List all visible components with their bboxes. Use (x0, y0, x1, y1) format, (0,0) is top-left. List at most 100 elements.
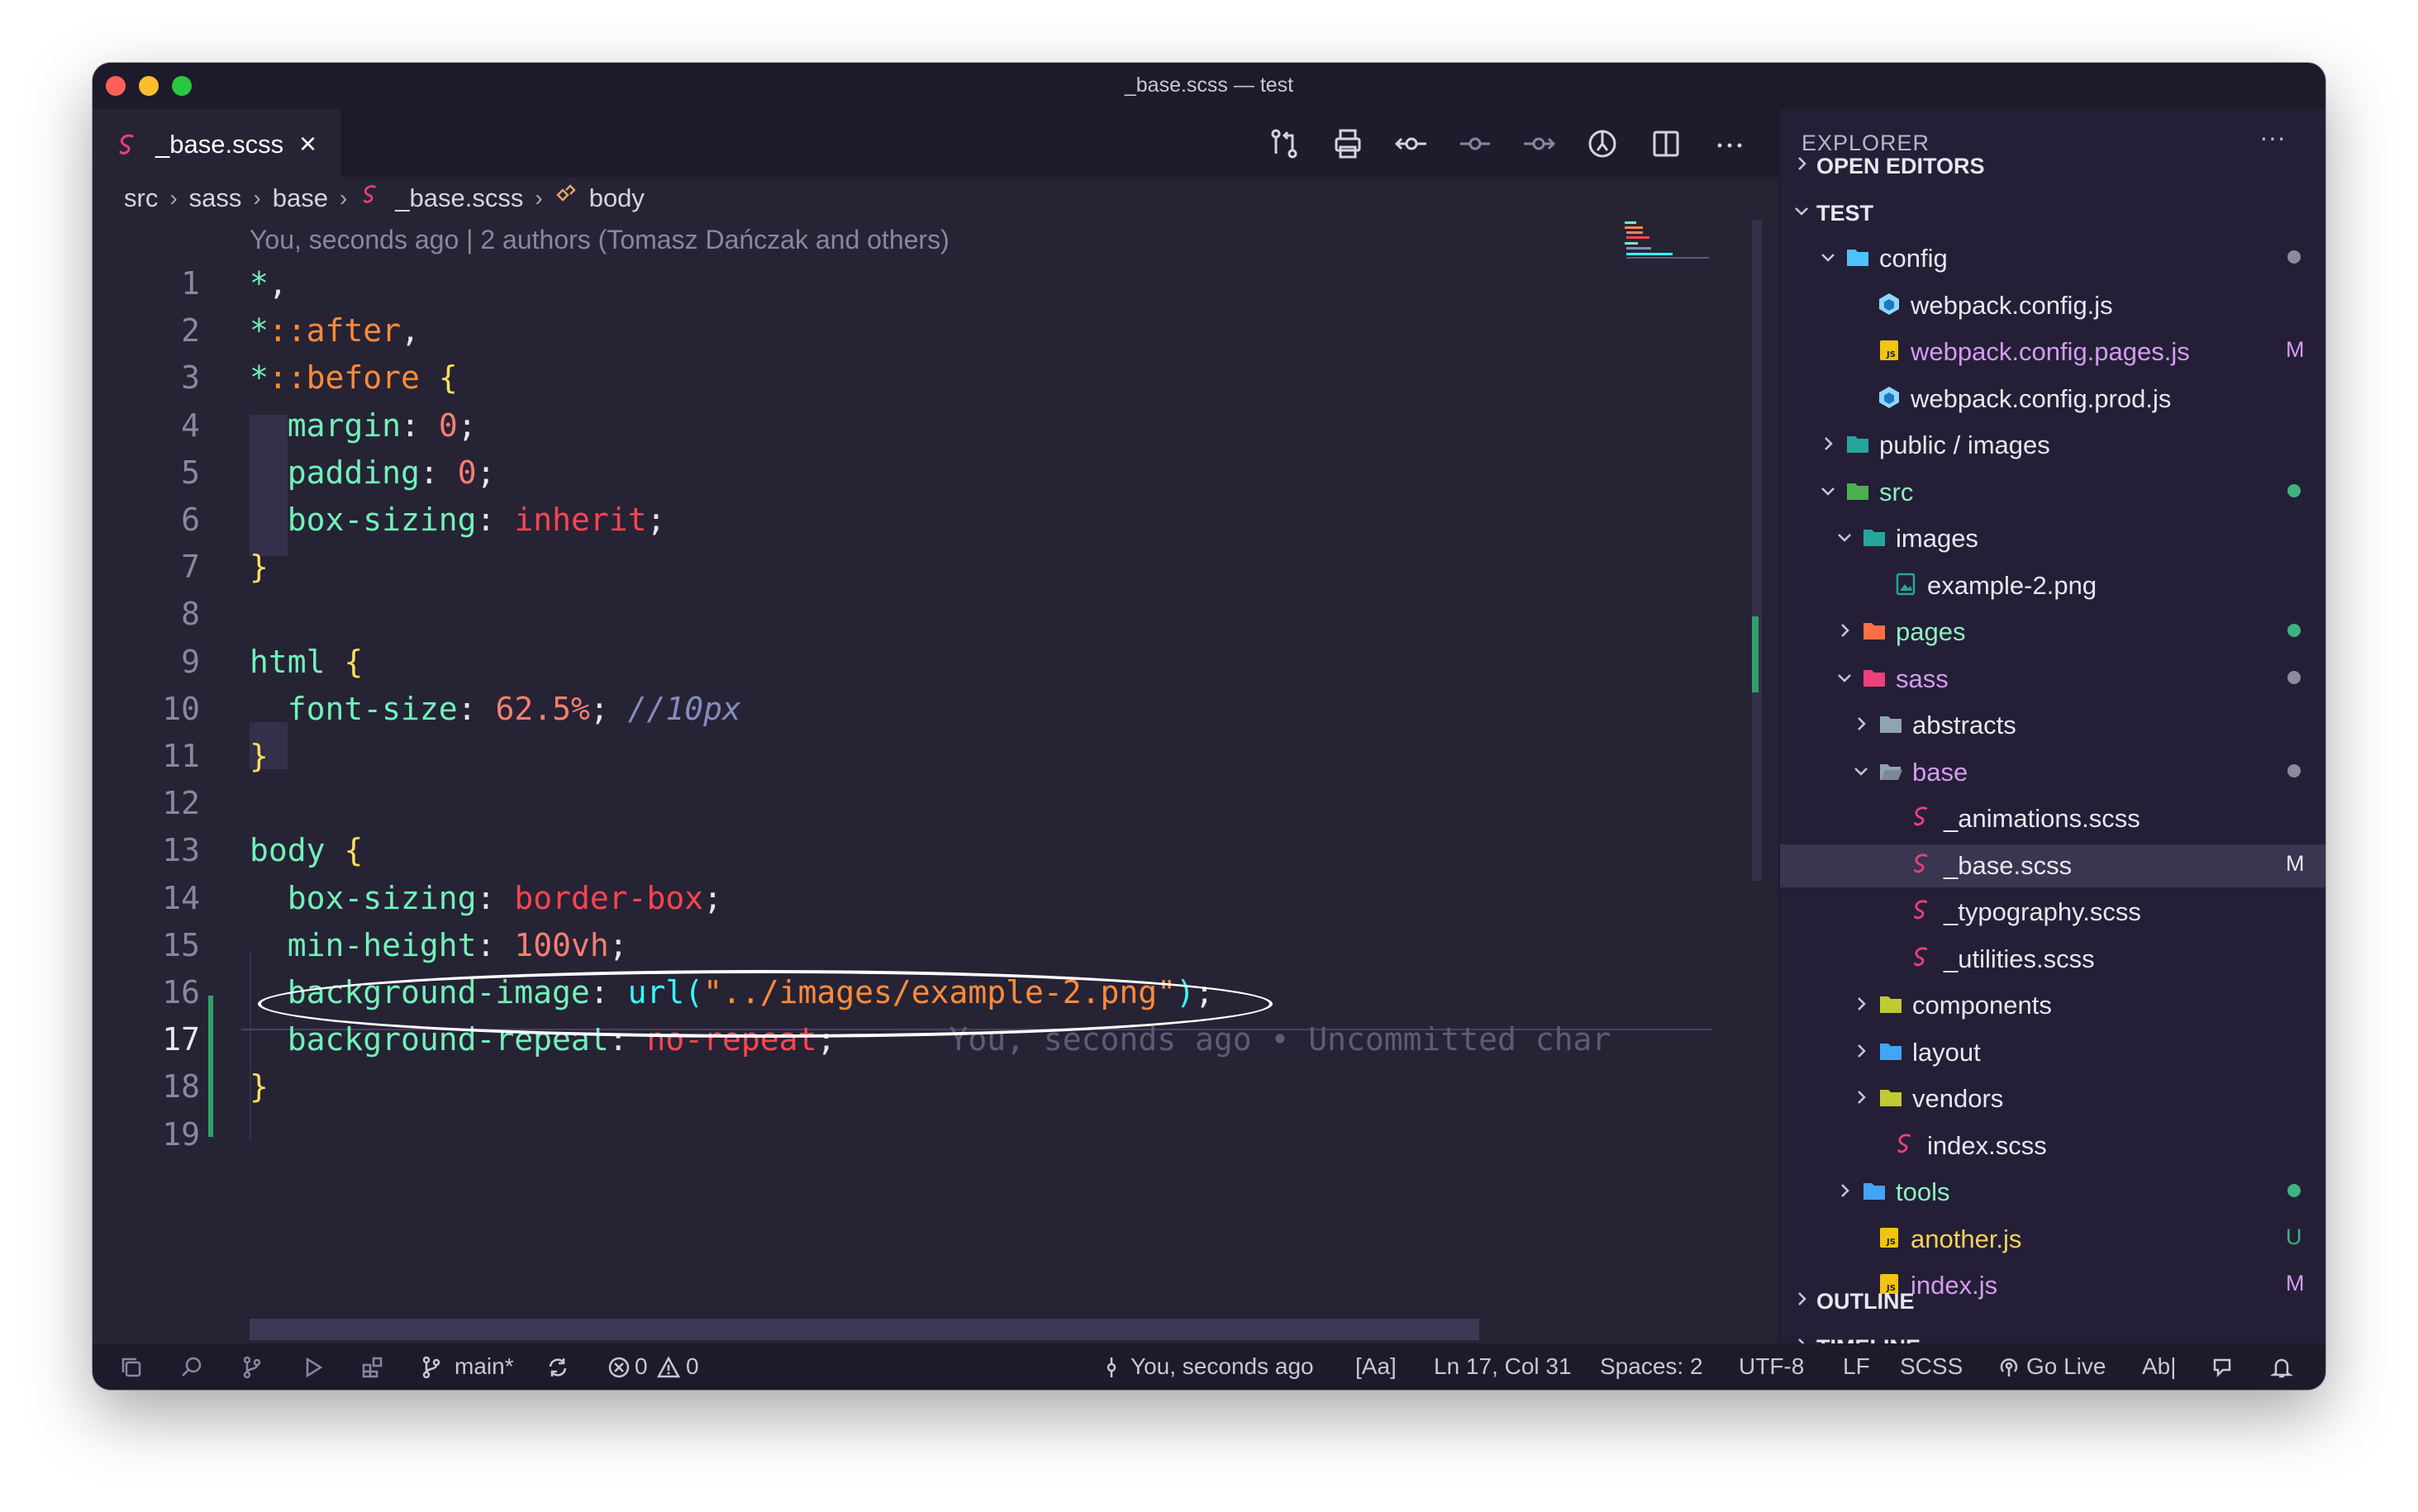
feedback-icon[interactable] (2211, 1355, 2236, 1380)
tree-folder[interactable]: pages (1780, 611, 2325, 654)
minimap[interactable] (1623, 220, 1711, 261)
chevron-right-icon[interactable] (1835, 620, 1854, 640)
code-line[interactable]: 5 padding: 0; (93, 454, 1712, 502)
tree-folder[interactable]: abstracts (1780, 704, 2325, 747)
more-actions-icon[interactable] (1711, 126, 1748, 162)
code-line[interactable]: 18} (93, 1068, 1712, 1115)
chevron-down-icon[interactable] (1818, 481, 1838, 501)
run-debug-icon[interactable] (300, 1355, 325, 1380)
tree-folder[interactable]: images (1780, 517, 2325, 560)
chevron-down-icon[interactable] (1818, 247, 1838, 267)
code-line[interactable]: 2 *::after, (93, 312, 1712, 359)
sync-icon[interactable] (545, 1355, 570, 1380)
code-line[interactable]: 9 html { (93, 644, 1712, 691)
case-sensitive-toggle[interactable]: [Aa] (1355, 1353, 1397, 1380)
tree-folder[interactable]: src (1780, 471, 2325, 514)
code-line[interactable]: 1 *, (93, 265, 1712, 312)
chevron-right-icon[interactable] (1792, 1289, 1811, 1309)
code-line[interactable]: 7} (93, 549, 1712, 596)
git-branch-icon[interactable] (419, 1355, 444, 1380)
warning-icon[interactable] (656, 1355, 681, 1380)
search-icon[interactable] (179, 1355, 204, 1380)
code-line[interactable]: 15 min-height: 100vh; (93, 927, 1712, 974)
breadcrumb-item[interactable]: sass (189, 183, 242, 213)
bell-icon[interactable] (2269, 1355, 2294, 1380)
tree-file[interactable]: _utilities.scss (1780, 938, 2325, 981)
code-line[interactable]: 11} (93, 738, 1712, 785)
go-live-button[interactable]: Go Live (2026, 1353, 2106, 1380)
code-line[interactable]: 14 box-sizing: border-box; (93, 880, 1712, 927)
blame-codelens[interactable]: You, seconds ago | 2 authors (Tomasz Dań… (250, 225, 950, 255)
section-header[interactable]: OUTLINE (1780, 1279, 2325, 1322)
code-line[interactable]: 8 (93, 596, 1712, 643)
chevron-right-icon[interactable] (1851, 1087, 1871, 1107)
code-line[interactable]: 13 body { (93, 832, 1712, 879)
chevron-right-icon[interactable] (1835, 1181, 1854, 1201)
chevron-right-icon[interactable] (1851, 1041, 1871, 1061)
code-line[interactable]: 6 box-sizing: inherit; (93, 502, 1712, 549)
previous-change-icon[interactable] (1457, 126, 1493, 162)
tree-file[interactable]: JS webpack.config.pages.js M (1780, 330, 2325, 373)
section-header[interactable]: OPEN EDITORS (1780, 144, 2325, 187)
tree-folder[interactable]: sass (1780, 658, 2325, 701)
ab-indicator[interactable]: Ab| (2142, 1353, 2177, 1380)
timeline-icon[interactable] (1584, 126, 1621, 162)
tree-folder[interactable]: base (1780, 751, 2325, 794)
code-line[interactable]: 19 (93, 1116, 1712, 1163)
breadcrumb-item[interactable]: src (124, 183, 158, 213)
code-line[interactable]: 12 (93, 785, 1712, 832)
error-icon[interactable] (607, 1355, 631, 1380)
tree-file[interactable]: _base.scss M (1780, 844, 2325, 887)
source-control-icon[interactable] (240, 1355, 264, 1380)
split-editor-icon[interactable] (1648, 126, 1684, 162)
tab-base-scss[interactable]: _base.scss × (93, 109, 340, 179)
tree-folder[interactable]: config (1780, 237, 2325, 280)
code-line[interactable]: 10 font-size: 62.5%; //10px (93, 691, 1712, 738)
close-tab-icon[interactable]: × (299, 126, 317, 161)
code-line[interactable]: 4 margin: 0; (93, 407, 1712, 454)
broadcast-icon[interactable] (1997, 1355, 2021, 1380)
chevron-down-icon[interactable] (1835, 527, 1854, 547)
tree-folder[interactable]: public / images (1780, 424, 2325, 467)
warning-count[interactable]: 0 (686, 1353, 699, 1380)
horizontal-scrollbar[interactable] (250, 1319, 1479, 1340)
chevron-down-icon[interactable] (1835, 668, 1854, 687)
tree-file[interactable]: _typography.scss (1780, 891, 2325, 934)
copy-icon[interactable] (119, 1355, 144, 1380)
tree-file[interactable]: _animations.scss (1780, 797, 2325, 840)
compare-changes-icon[interactable] (1266, 126, 1302, 162)
cursor-position[interactable]: Ln 17, Col 31 (1434, 1353, 1572, 1380)
encoding[interactable]: UTF-8 (1739, 1353, 1804, 1380)
indentation[interactable]: Spaces: 2 (1600, 1353, 1703, 1380)
tree-file[interactable]: example-2.png (1780, 564, 2325, 607)
breadcrumb-item[interactable]: body (589, 183, 645, 213)
chevron-right-icon[interactable] (1792, 154, 1811, 174)
next-change-icon[interactable] (1521, 126, 1557, 162)
breadcrumb-item[interactable]: base (273, 183, 328, 213)
tree-folder[interactable]: components (1780, 984, 2325, 1027)
tree-file[interactable]: webpack.config.prod.js (1780, 378, 2325, 421)
section-header[interactable]: TEST (1780, 191, 2325, 234)
chevron-down-icon[interactable] (1851, 761, 1871, 781)
chevron-right-icon[interactable] (1851, 994, 1871, 1014)
language-mode[interactable]: SCSS (1900, 1353, 1963, 1380)
tree-file[interactable]: index.scss (1780, 1124, 2325, 1167)
chevron-right-icon[interactable] (1818, 434, 1838, 454)
tree-folder[interactable]: vendors (1780, 1077, 2325, 1120)
tree-folder[interactable]: layout (1780, 1031, 2325, 1074)
print-icon[interactable] (1330, 126, 1366, 162)
tree-folder[interactable]: tools (1780, 1171, 2325, 1214)
chevron-right-icon[interactable] (1851, 714, 1871, 734)
end-of-line[interactable]: LF (1843, 1353, 1870, 1380)
git-commit-icon[interactable] (1393, 126, 1430, 162)
tree-file[interactable]: webpack.config.js (1780, 284, 2325, 327)
chevron-down-icon[interactable] (1792, 201, 1811, 221)
blame-status[interactable]: You, seconds ago (1130, 1353, 1314, 1380)
branch-name[interactable]: main* (455, 1353, 514, 1380)
code-line[interactable]: 3 *::before { (93, 359, 1712, 407)
extensions-icon[interactable] (360, 1355, 385, 1380)
breadcrumb-item[interactable]: _base.scss (395, 183, 523, 213)
tree-file[interactable]: JS another.js U (1780, 1218, 2325, 1261)
vertical-scrollbar[interactable] (1752, 220, 1762, 881)
error-count[interactable]: 0 (635, 1353, 648, 1380)
